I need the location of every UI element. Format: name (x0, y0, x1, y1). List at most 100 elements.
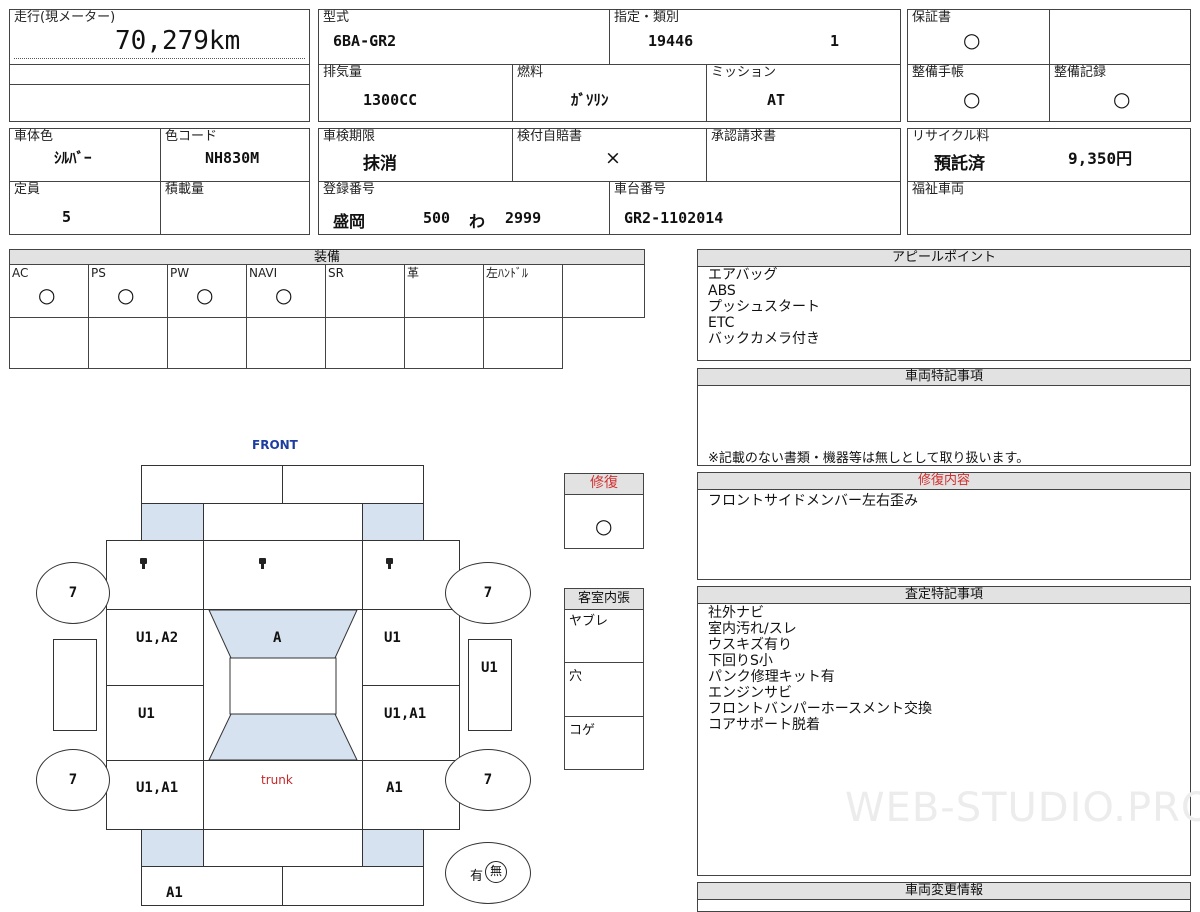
equipment-item-mark: ○ (117, 283, 135, 307)
mission-cell: ミッション AT (706, 64, 901, 122)
displacement-label: 排気量 (323, 65, 363, 80)
special-notes-panel: 車両特記事項 ※記載のない書類・機器等は無しとして取り扱います。 (697, 368, 1191, 466)
interior-item-1-label: ヤブレ (569, 614, 609, 629)
left-rear-door-text: U1 (138, 706, 155, 722)
color-code-value: NH830M (205, 149, 260, 167)
capacity-cell: 定員 5 (9, 181, 161, 235)
body-color-value: ｼﾙﾊﾞｰ (54, 149, 92, 167)
mileage-underline (14, 58, 305, 59)
service-manual-mark: ○ (963, 87, 981, 111)
equipment-item-mark: ○ (275, 283, 293, 307)
right-rear-door-text: U1,A1 (384, 706, 427, 722)
front-right-panel (362, 503, 424, 541)
equipment-blank-cell (483, 317, 563, 369)
load-capacity-label: 積載量 (165, 182, 205, 197)
spare-no: 無 (485, 861, 507, 883)
registration-kana: わ (469, 212, 486, 231)
equipment-item-label: SR (328, 266, 344, 280)
interior-item-2-label: 穴 (569, 669, 583, 684)
wheel-front-right: 7 (445, 562, 531, 624)
special-notes-title: 車両特記事項 (698, 369, 1190, 386)
designation-value-a: 19446 (648, 32, 694, 50)
displacement-value: 1300CC (363, 91, 418, 109)
equipment-sr-cell: SR (325, 264, 405, 318)
repair-history-title: 修復内容 (698, 473, 1190, 490)
special-notes-footnote: ※記載のない書類・機器等は無しとして取り扱います。 (708, 451, 1030, 466)
welfare-label: 福祉車両 (912, 182, 965, 197)
equipment-item-label: 革 (407, 266, 420, 280)
repair-box: 修復 ○ (564, 473, 644, 549)
front-left-panel (141, 503, 204, 541)
capacity-value: 5 (62, 208, 72, 226)
appraisal-panel: 査定特記事項 社外ナビ 室内汚れ/スレ ウスキズ有り 下回りS小 パンク修理キッ… (697, 586, 1191, 876)
right-side-skirt-text: U1 (481, 660, 498, 676)
interior-item-3-label: コゲ (569, 723, 596, 738)
appeal-panel: アピールポイント エアバッグ ABS プッシュスタート ETC バックカメラ付き (697, 249, 1191, 361)
spare-yes: 有 (470, 869, 484, 884)
pin-icon (259, 558, 266, 569)
warranty-cell: 保証書 ○ (907, 9, 1050, 65)
car-diagram: FRONT U1,A2 U1 U1 U1,A1 A U1,A1 trunk A1… (0, 430, 560, 906)
warranty-blank (1049, 9, 1191, 65)
wheel-rear-left: 7 (36, 749, 110, 811)
appeal-title: アピールポイント (698, 250, 1190, 267)
equipment-左ﾊﾝﾄﾞﾙ-cell: 左ﾊﾝﾄﾞﾙ (483, 264, 563, 318)
rear-bumper-right (282, 866, 424, 906)
displacement-cell: 排気量 1300CC (318, 64, 513, 122)
equipment-blank-cell (325, 317, 405, 369)
recycle-cell: リサイクル料 預託済 9,350円 (907, 128, 1191, 182)
left-rear-door (106, 685, 204, 761)
vehicle-change-panel: 車両変更情報 (697, 882, 1191, 912)
watermark: WEB-STUDIO.PRO (845, 785, 1200, 831)
appeal-lines: エアバッグ ABS プッシュスタート ETC バックカメラ付き (708, 267, 820, 347)
fuel-cell: 燃料 ｶﾞｿﾘﾝ (512, 64, 707, 122)
rear-bumper-text: A1 (166, 885, 183, 901)
interior-item-1: ヤブレ (565, 608, 643, 663)
equipment-item-label: 左ﾊﾝﾄﾞﾙ (486, 266, 529, 280)
equipment-navi-cell: NAVI ○ (246, 264, 326, 318)
service-record-label: 整備記録 (1054, 65, 1107, 80)
right-side-skirt (468, 639, 512, 731)
registration-class: 500 (423, 209, 451, 227)
insurance-value: × (605, 147, 621, 169)
right-rear-fender (362, 760, 460, 830)
equipment-blank-cell (9, 317, 89, 369)
approval-request-label: 承認請求書 (711, 129, 777, 144)
trunk (203, 760, 363, 830)
equipment-empty-cell (562, 264, 645, 318)
recycle-amount: 9,350円 (1068, 149, 1133, 168)
capacity-label: 定員 (14, 182, 41, 197)
rear-left-panel (141, 829, 204, 867)
equipment-title: 装備 (313, 250, 340, 265)
pin-icon (386, 558, 393, 569)
fuel-value: ｶﾞｿﾘﾝ (571, 91, 609, 109)
color-code-cell: 色コード NH830M (160, 128, 310, 182)
model-value: 6BA-GR2 (333, 32, 397, 50)
front-bumper-left (141, 465, 283, 504)
registration-cell: 登録番号 盛岡 500 わ 2999 (318, 181, 610, 235)
rear-bumper-left (141, 866, 283, 906)
equipment-blank-cell (167, 317, 247, 369)
interior-title: 客室内張 (565, 589, 643, 610)
designation-label: 指定・類別 (614, 10, 680, 25)
vehicle-change-title: 車両変更情報 (698, 883, 1190, 900)
equipment-ac-cell: AC ○ (9, 264, 89, 318)
rear-right-panel (362, 829, 424, 867)
repair-history-text: フロントサイドメンバー左右歪み (708, 493, 918, 509)
repair-box-mark: ○ (595, 514, 613, 538)
warranty-label: 保証書 (912, 10, 952, 25)
appraisal-title: 査定特記事項 (698, 587, 1190, 604)
interior-box: 客室内張 ヤブレ 穴 コゲ (564, 588, 644, 770)
inspection-expiry-label: 車検期限 (323, 129, 376, 144)
load-capacity-cell: 積載量 (160, 181, 310, 235)
equipment-ps-cell: PS ○ (88, 264, 168, 318)
repair-box-title: 修復 (565, 474, 643, 495)
wheel-front-left: 7 (36, 562, 110, 624)
interior-item-2: 穴 (565, 663, 643, 717)
chassis-cell: 車台番号 GR2-1102014 (609, 181, 901, 235)
equipment-item-label: PW (170, 266, 190, 280)
front-center-panel (203, 503, 363, 541)
equipment-pw-cell: PW ○ (167, 264, 247, 318)
left-front-door-text: U1,A2 (136, 630, 179, 646)
center-front-top (203, 540, 363, 610)
